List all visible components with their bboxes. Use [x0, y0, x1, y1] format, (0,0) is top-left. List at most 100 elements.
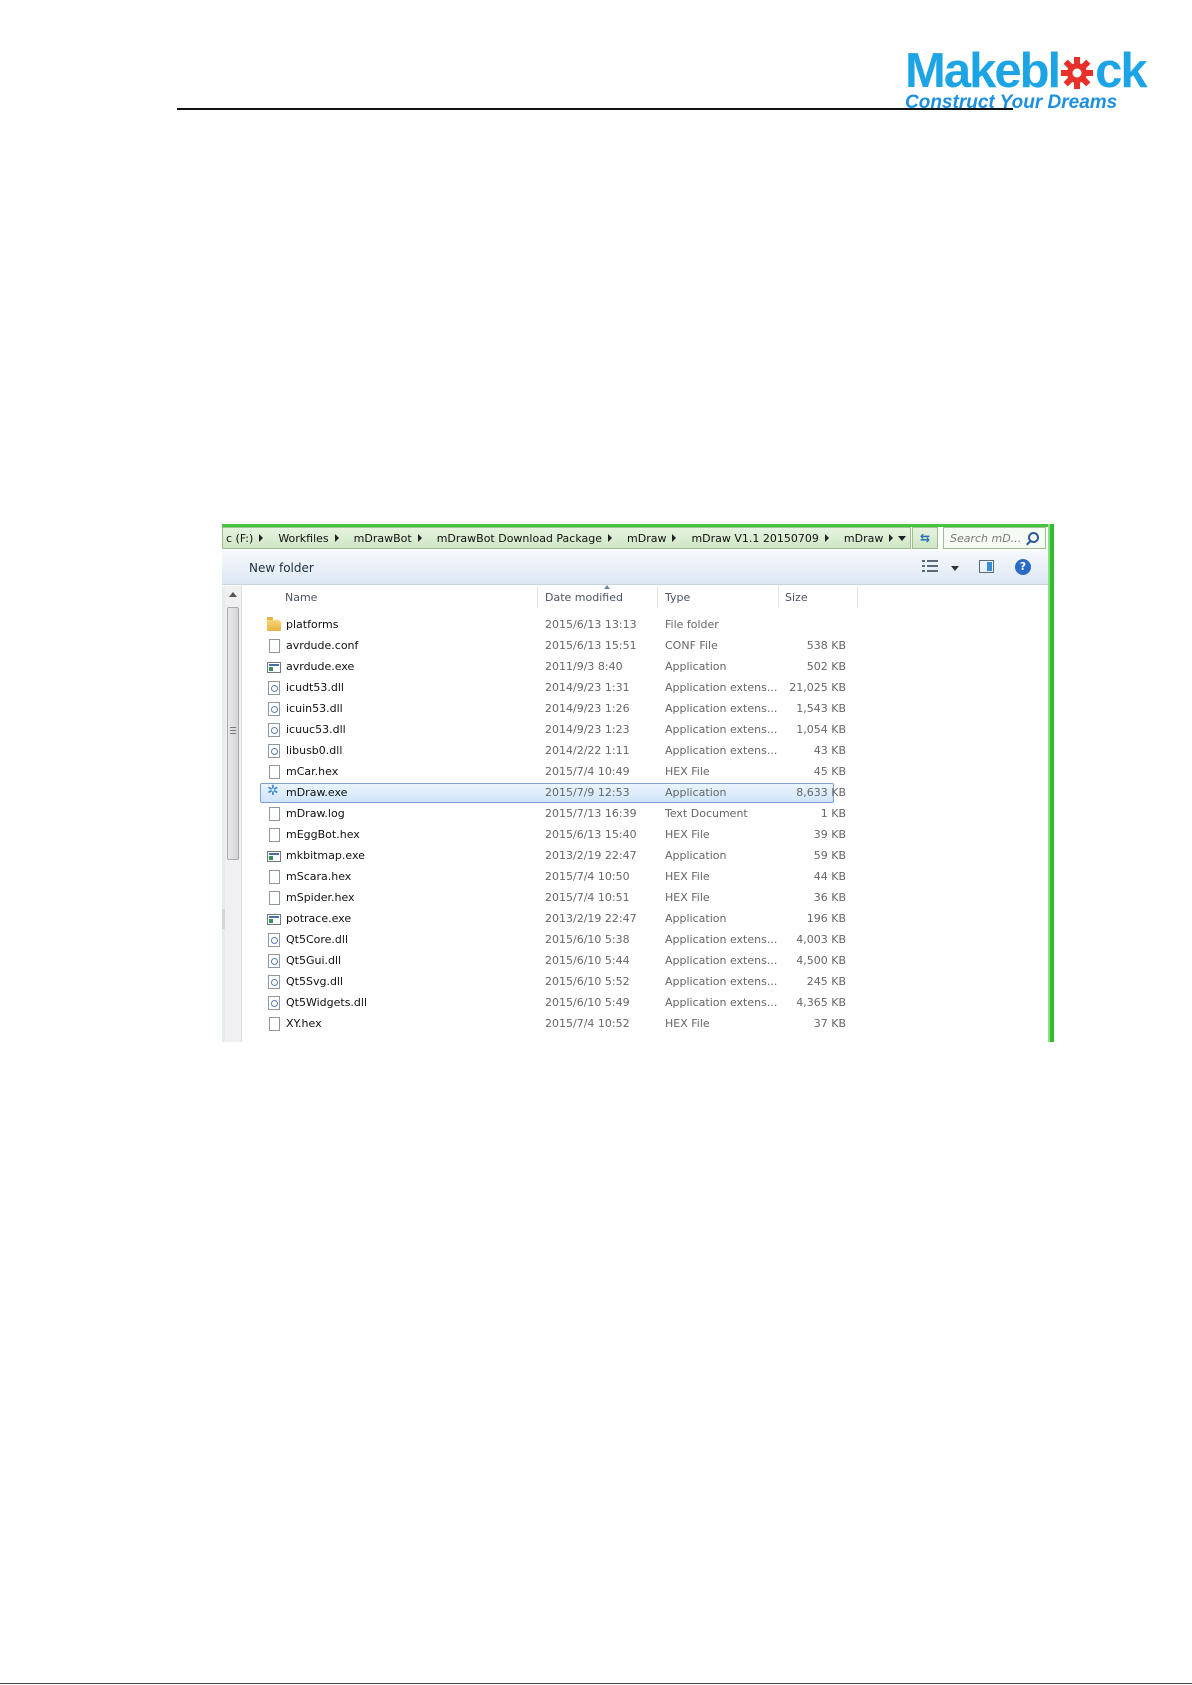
file-row[interactable]: mSpider.hex 2015/7/4 10:51 HEX File 36 KB: [243, 888, 1048, 909]
file-name: icuuc53.dll: [286, 723, 346, 736]
file-row[interactable]: mkbitmap.exe 2013/2/19 22:47 Application 59…: [243, 846, 1048, 867]
breadcrumb-label: mDraw: [843, 531, 884, 545]
file-date-modified: 2015/7/13 16:39: [545, 807, 637, 820]
breadcrumb-workfiles[interactable]: Workfiles: [275, 532, 350, 545]
file-date-modified: 2015/6/10 5:49: [545, 996, 630, 1009]
breadcrumb-label: Workfiles: [278, 531, 329, 545]
file-row[interactable]: mScara.hex 2015/7/4 10:50 HEX File 44 KB: [243, 867, 1048, 888]
breadcrumb-drive[interactable]: c (F:): [223, 532, 275, 545]
file-row[interactable]: mCar.hex 2015/7/4 10:49 HEX File 45 KB: [243, 762, 1048, 783]
breadcrumb-mdraw-current[interactable]: mDraw: [841, 532, 905, 545]
column-divider[interactable]: [857, 586, 858, 608]
view-options-icon[interactable]: [922, 560, 938, 574]
logo-word-left: Makebl: [905, 44, 1061, 98]
help-icon[interactable]: ?: [1015, 559, 1031, 575]
file-date-modified: 2015/7/4 10:50: [545, 870, 630, 883]
application-icon: [267, 662, 281, 673]
file-row[interactable]: Qt5Widgets.dll 2015/6/10 5:49 Application …: [243, 993, 1048, 1014]
column-header-type[interactable]: Type: [665, 591, 690, 604]
chevron-right-icon[interactable]: [889, 534, 894, 542]
dll-file-icon: [268, 702, 280, 716]
chevron-right-icon[interactable]: [824, 534, 829, 542]
file-size: 4,003 KB: [796, 933, 846, 946]
column-header-date[interactable]: Date modified: [545, 591, 623, 604]
chevron-right-icon[interactable]: [672, 534, 677, 542]
column-divider[interactable]: [537, 586, 538, 608]
view-dropdown-icon[interactable]: [951, 566, 959, 571]
breadcrumb-download-package[interactable]: mDrawBot Download Package: [434, 532, 624, 545]
file-date-modified: 2015/6/13 15:51: [545, 639, 637, 652]
file-row[interactable]: avrdude.exe 2011/9/3 8:40 Application 502 K…: [243, 657, 1048, 678]
document-icon: [269, 765, 280, 779]
scrollbar-grip-icon: [230, 727, 236, 734]
column-header-size[interactable]: Size: [785, 591, 808, 604]
application-icon: [267, 914, 281, 925]
file-date-modified: 2015/6/10 5:44: [545, 954, 630, 967]
column-divider[interactable]: [778, 586, 779, 608]
file-row[interactable]: libusb0.dll 2014/2/22 1:11 Application ext…: [243, 741, 1048, 762]
chevron-right-icon[interactable]: [608, 534, 613, 542]
dll-file-icon: [268, 975, 280, 989]
scroll-up-icon[interactable]: [229, 592, 237, 597]
file-name: mEggBot.hex: [286, 828, 360, 841]
chevron-right-icon[interactable]: [417, 534, 422, 542]
file-date-modified: 2015/7/4 10:52: [545, 1017, 630, 1030]
file-size: 1 KB: [820, 807, 846, 820]
logo-word-right: ck: [1095, 44, 1147, 98]
file-name: Qt5Gui.dll: [286, 954, 342, 967]
dll-file-icon: [268, 723, 280, 737]
folder-icon: [267, 617, 281, 631]
file-size: 196 KB: [806, 912, 846, 925]
file-row[interactable]: ✲ mDraw.exe 2015/7/9 12:53 Application 8,633…: [243, 783, 1048, 804]
file-type: Application extens...: [665, 996, 778, 1009]
logo-tagline: Construct Your Dreams: [905, 92, 1118, 113]
document-icon: [269, 891, 280, 905]
window-frame-right: [1048, 524, 1054, 1042]
file-row[interactable]: mEggBot.hex 2015/6/13 15:40 HEX File 39 KB: [243, 825, 1048, 846]
file-row[interactable]: platforms 2015/6/13 13:13 File folder: [243, 615, 1048, 636]
address-bar[interactable]: c (F:) Workfiles mDrawBot mDrawBot Downl…: [222, 527, 911, 549]
file-name: XY.hex: [286, 1017, 322, 1030]
column-header-name[interactable]: Name: [285, 591, 317, 604]
breadcrumb-mdrawbot[interactable]: mDrawBot: [351, 532, 434, 545]
address-dropdown-icon[interactable]: [898, 536, 906, 541]
file-row[interactable]: Qt5Gui.dll 2015/6/10 5:44 Application exte…: [243, 951, 1048, 972]
file-date-modified: 2014/9/23 1:31: [545, 681, 630, 694]
file-row[interactable]: XY.hex 2015/7/4 10:52 HEX File 37 KB: [243, 1014, 1048, 1035]
file-type: Application extens...: [665, 933, 778, 946]
file-row[interactable]: potrace.exe 2013/2/19 22:47 Application 196…: [243, 909, 1048, 930]
file-date-modified: 2014/9/23 1:23: [545, 723, 630, 736]
header-rule: [177, 108, 1013, 110]
file-date-modified: 2015/6/10 5:38: [545, 933, 630, 946]
file-row[interactable]: Qt5Core.dll 2015/6/10 5:38 Application ext…: [243, 930, 1048, 951]
document-icon: [269, 639, 280, 653]
file-size: 8,633 KB: [796, 786, 846, 799]
file-row[interactable]: Qt5Svg.dll 2015/6/10 5:52 Application exte…: [243, 972, 1048, 993]
file-type: Application extens...: [665, 744, 778, 757]
chevron-right-icon[interactable]: [259, 534, 264, 542]
file-size: 44 KB: [813, 870, 846, 883]
column-divider[interactable]: [657, 586, 658, 608]
search-icon[interactable]: [1028, 532, 1039, 543]
search-input[interactable]: Search mD...: [943, 527, 1046, 549]
file-size: 37 KB: [813, 1017, 846, 1030]
file-name: icudt53.dll: [286, 681, 344, 694]
breadcrumb-mdraw[interactable]: mDraw: [624, 532, 688, 545]
navigation-scrollbar[interactable]: [225, 586, 242, 1042]
file-row[interactable]: icudt53.dll 2014/9/23 1:31 Application ext…: [243, 678, 1048, 699]
breadcrumb-mdraw-v11[interactable]: mDraw V1.1 20150709: [688, 532, 840, 545]
refresh-icon: ⇆: [919, 531, 931, 545]
file-row[interactable]: avrdude.conf 2015/6/13 15:51 CONF File 538 …: [243, 636, 1048, 657]
file-row[interactable]: icuin53.dll 2014/9/23 1:26 Application ext…: [243, 699, 1048, 720]
file-date-modified: 2013/2/19 22:47: [545, 912, 637, 925]
file-row[interactable]: icuuc53.dll 2014/9/23 1:23 Application ext…: [243, 720, 1048, 741]
file-date-modified: 2013/2/19 22:47: [545, 849, 637, 862]
new-folder-button[interactable]: New folder: [249, 561, 314, 575]
refresh-button[interactable]: ⇆: [912, 527, 938, 549]
preview-pane-icon[interactable]: [979, 560, 994, 573]
file-name: mSpider.hex: [286, 891, 355, 904]
chevron-right-icon[interactable]: [334, 534, 339, 542]
file-name: Qt5Widgets.dll: [286, 996, 368, 1009]
file-type: Application: [665, 660, 727, 673]
file-row[interactable]: mDraw.log 2015/7/13 16:39 Text Document 1 K…: [243, 804, 1048, 825]
